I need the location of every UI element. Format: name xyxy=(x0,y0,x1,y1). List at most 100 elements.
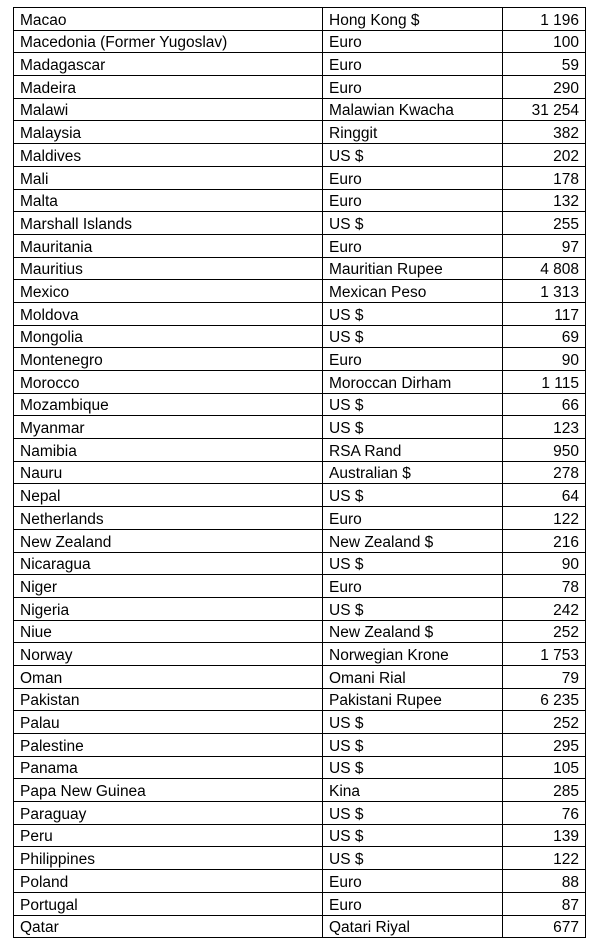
amount-cell: 100 xyxy=(502,29,586,54)
country-cell: Madagascar xyxy=(13,52,323,77)
currency-cell: US $ xyxy=(322,551,503,576)
table-row: Panama US $105 xyxy=(13,755,586,780)
table-row: Netherlands Euro 122 xyxy=(13,506,586,530)
table-row: Macao Hong Kong $1 196 xyxy=(13,7,586,31)
amount-cell: 90 xyxy=(502,347,586,371)
country-cell: Nauru xyxy=(13,460,323,485)
country-cell: Mexico xyxy=(13,279,323,303)
country-cell: Mali xyxy=(13,165,323,190)
table-row: Macedonia (Former Yugoslav) Euro 100 xyxy=(13,29,586,54)
amount-cell: 79 xyxy=(502,664,586,689)
country-cell: Mongolia xyxy=(13,324,323,349)
country-cell: Norway xyxy=(13,642,323,666)
currency-cell: Malawian Kwacha xyxy=(322,97,503,122)
amount-cell: 64 xyxy=(502,483,586,508)
currency-cell: Pakistani Rupee xyxy=(322,687,503,712)
table-row: Nauru Australian $278 xyxy=(13,460,586,485)
currency-cell: Euro xyxy=(322,75,503,99)
currency-cell: Norwegian Krone xyxy=(322,642,503,666)
table-row: Norway Norwegian Krone 1 753 xyxy=(13,642,586,666)
country-cell: Mozambique xyxy=(13,392,323,417)
amount-cell: 278 xyxy=(502,460,586,485)
country-cell: Niger xyxy=(13,574,323,598)
amount-cell: 252 xyxy=(502,710,586,734)
currency-cell: Kina xyxy=(322,778,503,803)
country-cell: Madeira xyxy=(13,75,323,99)
amount-cell: 4 808 xyxy=(502,256,586,281)
country-cell: Macao xyxy=(13,7,323,31)
currency-cell: US $ xyxy=(322,710,503,734)
currency-cell: Euro xyxy=(322,869,503,893)
table-row: New Zealand New Zealand $216 xyxy=(13,528,586,553)
amount-cell: 69 xyxy=(502,324,586,349)
table-row: Mexico Mexican Peso 1 313 xyxy=(13,279,586,303)
amount-cell: 123 xyxy=(502,415,586,440)
currency-cell: US $ xyxy=(322,755,503,780)
amount-cell: 66 xyxy=(502,392,586,417)
currency-cell: Euro xyxy=(322,52,503,77)
amount-cell: 139 xyxy=(502,823,586,848)
amount-cell: 78 xyxy=(502,574,586,598)
amount-cell: 132 xyxy=(502,188,586,213)
currency-cell: US $ xyxy=(322,143,503,167)
currency-cell: Omani Rial xyxy=(322,664,503,689)
currency-cell: US $ xyxy=(322,392,503,417)
currency-cell: RSA Rand xyxy=(322,438,503,462)
table-row: Palestine US $295 xyxy=(13,733,586,757)
amount-cell: 950 xyxy=(502,438,586,462)
amount-cell: 202 xyxy=(502,143,586,167)
currency-cell: Euro xyxy=(322,233,503,258)
country-cell: Panama xyxy=(13,755,323,780)
country-cell: Niue xyxy=(13,619,323,644)
currency-cell: Moroccan Dirham xyxy=(322,370,503,394)
country-cell: Nicaragua xyxy=(13,551,323,576)
table-row: Morocco Moroccan Dirham 1 115 xyxy=(13,370,586,394)
table-row: Oman Omani Rial 79 xyxy=(13,664,586,689)
amount-cell: 1 196 xyxy=(502,7,586,31)
table-row: Malawi Malawian Kwacha 31 254 xyxy=(13,97,586,122)
amount-cell: 117 xyxy=(502,301,586,326)
country-cell: Malawi xyxy=(13,97,323,122)
country-cell: Mauritius xyxy=(13,256,323,281)
amount-cell: 76 xyxy=(502,801,586,825)
table-row: Poland Euro 88 xyxy=(13,869,586,893)
currency-cell: Euro xyxy=(322,506,503,530)
currency-cell: Euro xyxy=(322,891,503,916)
table-row: Mauritius Mauritian Rupee 4 808 xyxy=(13,256,586,281)
country-cell: Paraguay xyxy=(13,801,323,825)
currency-cell: Qatari Riyal xyxy=(322,914,503,939)
currency-cell: US $ xyxy=(322,483,503,508)
country-cell: Maldives xyxy=(13,143,323,167)
currency-cell: Euro xyxy=(322,574,503,598)
amount-cell: 59 xyxy=(502,52,586,77)
table-row: Mongolia US $69 xyxy=(13,324,586,349)
amount-cell: 122 xyxy=(502,846,586,871)
amount-cell: 6 235 xyxy=(502,687,586,712)
country-cell: Netherlands xyxy=(13,506,323,530)
country-cell: Namibia xyxy=(13,438,323,462)
country-cell: New Zealand xyxy=(13,528,323,553)
table-row: Niue New Zealand $252 xyxy=(13,619,586,644)
country-cell: Poland xyxy=(13,869,323,893)
table-body: Macao Hong Kong $1 196 Macedonia (Former Y… xyxy=(13,7,586,939)
country-cell: Palau xyxy=(13,710,323,734)
currency-cell: Euro xyxy=(322,188,503,213)
currency-cell: US $ xyxy=(322,733,503,757)
amount-cell: 295 xyxy=(502,733,586,757)
country-cell: Morocco xyxy=(13,370,323,394)
amount-cell: 1 115 xyxy=(502,370,586,394)
country-cell: Pakistan xyxy=(13,687,323,712)
table-row: Qatar Qatari Riyal 677 xyxy=(13,914,586,939)
country-cell: Marshall Islands xyxy=(13,211,323,235)
currency-cell: Ringgit xyxy=(322,120,503,145)
amount-cell: 178 xyxy=(502,165,586,190)
country-cell: Papa New Guinea xyxy=(13,778,323,803)
currency-cell: Mexican Peso xyxy=(322,279,503,303)
table-row: Moldova US $117 xyxy=(13,301,586,326)
table-row: Namibia RSA Rand 950 xyxy=(13,438,586,462)
amount-cell: 31 254 xyxy=(502,97,586,122)
amount-cell: 97 xyxy=(502,233,586,258)
country-cell: Myanmar xyxy=(13,415,323,440)
table-row: Palau US $252 xyxy=(13,710,586,734)
table-row: Madagascar Euro 59 xyxy=(13,52,586,77)
